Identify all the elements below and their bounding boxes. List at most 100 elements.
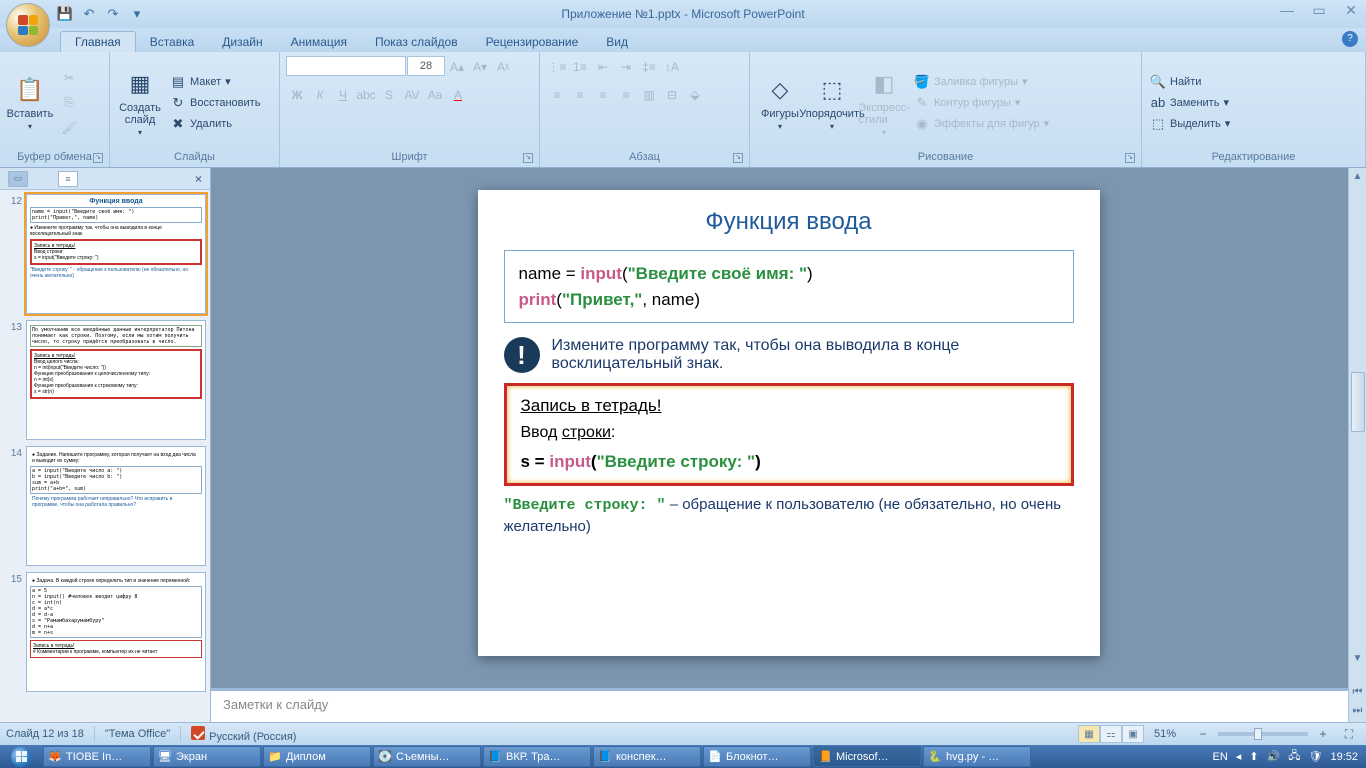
tab-slideshow[interactable]: Показ слайдов	[361, 32, 472, 52]
vertical-scrollbar[interactable]: ▲ ▼ ⏮ ⏭	[1348, 168, 1366, 722]
arrange-button[interactable]: ⬚Упорядочить▾	[808, 56, 856, 149]
align-left-button[interactable]: ≡	[546, 84, 568, 106]
line-spacing-button[interactable]: ‡≡	[638, 56, 660, 78]
shape-fill-button[interactable]: 🪣Заливка фигуры ▾	[912, 73, 1051, 91]
zoom-percent[interactable]: 51%	[1154, 728, 1176, 740]
zoom-in-button[interactable]: +	[1312, 723, 1334, 745]
help-button[interactable]: ?	[1342, 31, 1358, 47]
quick-styles-button[interactable]: ◧Экспресс-стили▾	[860, 56, 908, 149]
outdent-button[interactable]: ⇤	[592, 56, 614, 78]
tab-design[interactable]: Дизайн	[208, 32, 276, 52]
columns-button[interactable]: ▥	[638, 84, 660, 106]
tray-network-icon[interactable]: 🖧	[1288, 747, 1300, 766]
font-size-select[interactable]: 28	[407, 56, 445, 76]
tray-lang[interactable]: EN	[1213, 751, 1228, 763]
close-button[interactable]: ✕	[1342, 2, 1360, 19]
slide-editor[interactable]: Функция ввода name = input("Введите своё…	[211, 168, 1366, 722]
tab-view[interactable]: Вид	[592, 32, 642, 52]
qat-save[interactable]: 💾	[56, 5, 74, 23]
shape-outline-button[interactable]: ✎Контур фигуры ▾	[912, 94, 1051, 112]
tray-shield-icon[interactable]: 🛡	[1309, 750, 1323, 763]
sorter-view-button[interactable]: ⚏	[1100, 725, 1122, 743]
next-slide-nav[interactable]: ⏭	[1349, 704, 1366, 722]
slide-thumb-14[interactable]: 14 ● Задание. Напишите программу, котора…	[4, 446, 206, 566]
delete-button[interactable]: ✖Удалить	[168, 115, 262, 133]
zoom-out-button[interactable]: −	[1192, 723, 1214, 745]
tray-update-icon[interactable]: ⬆	[1249, 750, 1258, 763]
bullets-button[interactable]: ⋮≡	[546, 56, 568, 78]
zoom-slider[interactable]	[1218, 732, 1308, 736]
numbering-button[interactable]: 1≡	[569, 56, 591, 78]
align-right-button[interactable]: ≡	[592, 84, 614, 106]
copy-button[interactable]: ⎘	[58, 92, 80, 114]
start-button[interactable]	[0, 745, 42, 768]
task-item[interactable]: 📘конспек…	[593, 746, 701, 767]
maximize-button[interactable]: ▭	[1310, 2, 1328, 19]
underline-button[interactable]: Ч	[332, 84, 354, 106]
font-launcher[interactable]: ↘	[523, 153, 533, 163]
text-direction-button[interactable]: ↕A	[661, 56, 683, 78]
outline-tab[interactable]: ≡	[58, 171, 78, 187]
align-center-button[interactable]: ≡	[569, 84, 591, 106]
thumbnails-tab[interactable]: ▭	[8, 171, 28, 187]
qat-redo[interactable]: ↷	[104, 5, 122, 23]
format-painter-button[interactable]: 🖌	[58, 117, 80, 139]
task-item[interactable]: 📄Блокнот…	[703, 746, 811, 767]
new-slide-button[interactable]: ▦Создать слайд▾	[116, 56, 164, 149]
case-button[interactable]: Aa	[424, 84, 446, 106]
qat-more[interactable]: ▾	[128, 5, 146, 23]
task-item[interactable]: 🖥Экран	[153, 746, 261, 767]
find-button[interactable]: 🔍Найти	[1148, 73, 1232, 91]
qat-undo[interactable]: ↶	[80, 5, 98, 23]
tab-insert[interactable]: Вставка	[136, 32, 209, 52]
spacing-button[interactable]: AV	[401, 84, 423, 106]
slide-thumb-13[interactable]: 13 По умолчанию все введённые данные инт…	[4, 320, 206, 440]
prev-slide-nav[interactable]: ⏮	[1349, 686, 1366, 704]
reset-button[interactable]: ↻Восстановить	[168, 94, 262, 112]
strike-button[interactable]: abc	[355, 84, 377, 106]
cut-button[interactable]: ✂	[58, 67, 80, 89]
paragraph-launcher[interactable]: ↘	[733, 153, 743, 163]
justify-button[interactable]: ≡	[615, 84, 637, 106]
slideshow-view-button[interactable]: ▣	[1122, 725, 1144, 743]
bold-button[interactable]: Ж	[286, 84, 308, 106]
scroll-down[interactable]: ▼	[1349, 650, 1366, 668]
task-item[interactable]: 💽Съемны…	[373, 746, 481, 767]
tray-clock[interactable]: 19:52	[1330, 751, 1358, 763]
tab-animation[interactable]: Анимация	[277, 32, 361, 52]
task-item[interactable]: 📁Диплом	[263, 746, 371, 767]
tray-expand-icon[interactable]: ◂	[1236, 750, 1242, 763]
slide-thumb-15[interactable]: 15 ● Задача. В каждой строке определить …	[4, 572, 206, 692]
font-family-select[interactable]	[286, 56, 406, 76]
language-status[interactable]: Русский (Россия)	[191, 726, 296, 743]
grow-font-button[interactable]: A▴	[446, 56, 468, 78]
scroll-thumb[interactable]	[1351, 372, 1365, 432]
shadow-button[interactable]: S	[378, 84, 400, 106]
shape-effects-button[interactable]: ◉Эффекты для фигур ▾	[912, 115, 1051, 133]
align-text-button[interactable]: ⊟	[661, 84, 683, 106]
paste-button[interactable]: 📋Вставить▾	[6, 56, 54, 149]
shapes-button[interactable]: ◇Фигуры▾	[756, 56, 804, 149]
task-item[interactable]: 📘ВКР. Тра…	[483, 746, 591, 767]
font-color-button[interactable]: A	[447, 84, 469, 106]
task-item[interactable]: 🦊TIOBE In…	[43, 746, 151, 767]
task-item[interactable]: 📙Microsof…	[813, 746, 921, 767]
tray-volume-icon[interactable]: 🔊	[1267, 750, 1281, 763]
tab-review[interactable]: Рецензирование	[472, 32, 593, 52]
replace-button[interactable]: abЗаменить ▾	[1148, 94, 1232, 112]
smartart-button[interactable]: ⬙	[684, 84, 706, 106]
select-button[interactable]: ⬚Выделить ▾	[1148, 115, 1232, 133]
drawing-launcher[interactable]: ↘	[1125, 153, 1135, 163]
slide-thumb-12[interactable]: 12 Функция вводаname = input("Введите св…	[4, 194, 206, 314]
minimize-button[interactable]: —	[1278, 2, 1296, 19]
clipboard-launcher[interactable]: ↘	[93, 153, 103, 163]
shrink-font-button[interactable]: A▾	[469, 56, 491, 78]
office-button[interactable]	[6, 3, 50, 47]
slide-canvas[interactable]: Функция ввода name = input("Введите своё…	[478, 190, 1100, 656]
notes-pane[interactable]: Заметки к слайду	[211, 688, 1366, 722]
clear-format-button[interactable]: Aᵡ	[492, 56, 514, 78]
layout-button[interactable]: ▤Макет ▾	[168, 73, 262, 91]
fit-window-button[interactable]: ⛶	[1338, 723, 1360, 745]
normal-view-button[interactable]: ▦	[1078, 725, 1100, 743]
scroll-up[interactable]: ▲	[1349, 168, 1366, 186]
